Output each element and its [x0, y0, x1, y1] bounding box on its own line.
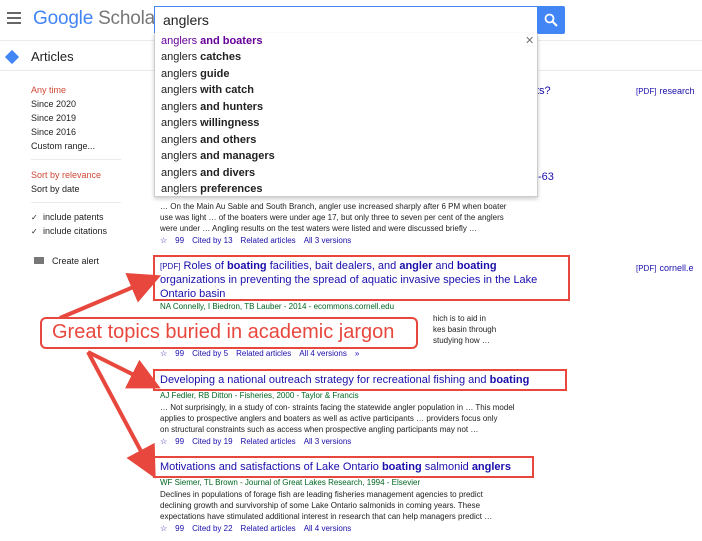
result-snippet: declining growth and survivorship of som… [160, 501, 481, 510]
suggestion-item[interactable]: anglers and divers [161, 167, 255, 179]
result-actions: ☆ 99 Cited by 19 Related articles All 3 vers… [160, 437, 359, 446]
filter-any-time[interactable]: Any time [31, 85, 66, 95]
suggestion-item[interactable]: anglers and hunters [161, 101, 263, 113]
suggestion-item[interactable]: anglers with catch [161, 84, 254, 96]
related-articles-link[interactable]: Related articles [241, 236, 296, 245]
articles-icon [4, 49, 20, 65]
search-button[interactable] [538, 6, 565, 34]
result-meta: AJ Fedler, RB Ditton - Fisheries, 2000 -… [160, 391, 359, 400]
annotation-callout: Great topics buried in academic jargon [40, 317, 418, 349]
autocomplete-dropdown: ✕ anglers and boaters anglers catches an… [154, 33, 538, 197]
sidebar-divider [31, 159, 121, 160]
result-snippet: kes basin through [433, 325, 497, 334]
cited-by-link[interactable]: Cited by 5 [192, 349, 228, 358]
cite-icon[interactable]: 99 [175, 349, 184, 358]
result-snippet: … On the Main Au Sable and South Branch,… [160, 202, 507, 211]
result-title-line[interactable]: Ontario basin [160, 288, 225, 300]
filter-since-2016[interactable]: Since 2016 [31, 127, 76, 137]
create-alert-link[interactable]: Create alert [52, 256, 99, 266]
cited-by-link[interactable]: Cited by 19 [192, 437, 232, 446]
star-icon[interactable]: ☆ [160, 349, 167, 358]
include-citations-checkbox[interactable]: ✓ include citations [31, 226, 107, 236]
cite-icon[interactable]: 99 [175, 236, 184, 245]
filter-custom-range[interactable]: Custom range... [31, 141, 95, 151]
suggestion-item[interactable]: anglers willingness [161, 117, 259, 129]
result-meta: NA Connelly, I Biedron, TB Lauber - 2014… [160, 302, 395, 311]
star-icon[interactable]: ☆ [160, 524, 167, 533]
pdf-tag: [PDF] [160, 262, 181, 271]
result-snippet: Declines in populations of forage fish a… [160, 490, 483, 499]
pdf-tag: [PDF] [636, 264, 657, 273]
result-actions: ☆ 99 Cited by 22 Related articles All 4 vers… [160, 524, 359, 533]
result-meta: WF Siemer, TL Brown - Journal of Great L… [160, 478, 421, 487]
pdf-link-research[interactable]: [PDF] research [636, 86, 694, 96]
logo-google: Google [33, 8, 94, 29]
pdf-link-cornell[interactable]: [PDF] cornell.e [636, 263, 693, 273]
result-actions: ☆ 99 Cited by 13 Related articles All 3 vers… [160, 236, 359, 245]
menu-icon[interactable] [7, 12, 21, 24]
sort-by-relevance[interactable]: Sort by relevance [31, 170, 101, 180]
include-patents-checkbox[interactable]: ✓ include patents [31, 212, 104, 222]
filter-since-2020[interactable]: Since 2020 [31, 99, 76, 109]
result-snippet: hich is to aid in [433, 314, 486, 323]
search-icon [544, 13, 558, 27]
checkmark-icon: ✓ [31, 213, 38, 222]
result-snippet: use was light … of the boaters were unde… [160, 213, 504, 222]
versions-link[interactable]: All 3 versions [304, 437, 352, 446]
related-articles-link[interactable]: Related articles [241, 437, 296, 446]
pdf-link-text: research [659, 86, 695, 96]
search-input[interactable]: anglers [154, 6, 538, 34]
result-snippet: … Not surprisingly, in a study of con- s… [160, 403, 515, 412]
result-snippet: were under … Angling results on the test… [160, 224, 478, 233]
partial-title[interactable]: -63 [538, 171, 554, 183]
versions-link[interactable]: All 3 versions [304, 236, 352, 245]
close-icon[interactable]: ✕ [525, 34, 534, 47]
arrow-to-result-2 [87, 350, 161, 389]
result-actions: ☆ 99 Cited by 5 Related articles All 4 versi… [160, 349, 367, 358]
related-articles-link[interactable]: Related articles [241, 524, 296, 533]
star-icon[interactable]: ☆ [160, 437, 167, 446]
result-snippet: expectations have stimulated additional … [160, 512, 493, 521]
suggestion-item[interactable]: anglers and others [161, 134, 256, 146]
result-snippet: studying how … [433, 336, 490, 345]
result-snippet: on structural constraints such as access… [160, 425, 479, 434]
suggestion-item[interactable]: anglers and managers [161, 150, 275, 162]
filter-since-2019[interactable]: Since 2019 [31, 113, 76, 123]
result-title-line[interactable]: organizations in preventing the spread o… [160, 274, 537, 286]
partial-title[interactable]: ts? [536, 85, 551, 97]
suggestion-item[interactable]: anglers preferences [161, 183, 263, 195]
google-scholar-logo[interactable]: Google Scholar [33, 8, 161, 30]
suggestion-item[interactable]: anglers and boaters [161, 35, 262, 47]
pdf-link-text: cornell.e [659, 263, 694, 273]
related-articles-link[interactable]: Related articles [236, 349, 291, 358]
result-title-link[interactable]: Developing a national outreach strategy … [160, 374, 529, 386]
cite-icon[interactable]: 99 [175, 437, 184, 446]
sort-by-date[interactable]: Sort by date [31, 184, 80, 194]
articles-label[interactable]: Articles [31, 49, 74, 64]
arrow-to-result-3 [86, 351, 156, 479]
versions-link[interactable]: All 4 versions [304, 524, 352, 533]
sidebar-divider [31, 202, 121, 203]
result-title-link[interactable]: [PDF] Roles of boating facilities, bait … [160, 260, 497, 272]
include-patents-label: include patents [43, 212, 104, 222]
cited-by-link[interactable]: Cited by 22 [192, 524, 232, 533]
star-icon[interactable]: ☆ [160, 236, 167, 245]
mail-icon [34, 257, 44, 264]
checkmark-icon: ✓ [31, 227, 38, 236]
suggestion-item[interactable]: anglers guide [161, 68, 229, 80]
result-snippet: applies to prospective anglers and boate… [160, 414, 498, 423]
versions-link[interactable]: All 4 versions [299, 349, 347, 358]
arrow-to-result-1 [59, 273, 162, 320]
search-input-value: anglers [163, 12, 209, 28]
include-citations-label: include citations [43, 226, 108, 236]
result-title-link[interactable]: Motivations and satisfactions of Lake On… [160, 461, 511, 473]
cite-icon[interactable]: 99 [175, 524, 184, 533]
pdf-tag: [PDF] [636, 87, 657, 96]
suggestion-item[interactable]: anglers catches [161, 51, 241, 63]
logo-scholar: Scholar [98, 8, 162, 29]
more-icon[interactable]: » [355, 349, 359, 358]
cited-by-link[interactable]: Cited by 13 [192, 236, 232, 245]
